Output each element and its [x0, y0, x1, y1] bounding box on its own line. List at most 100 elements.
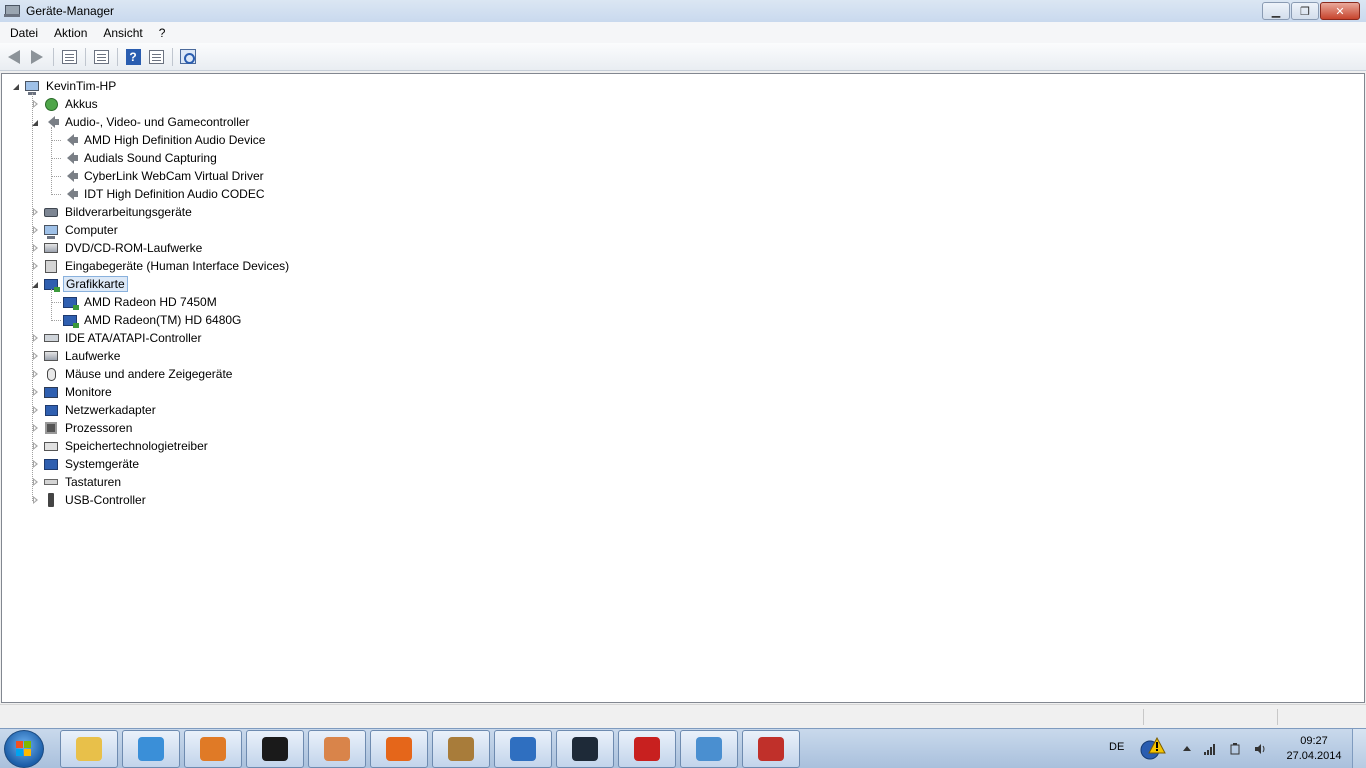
scan-hardware-button[interactable] — [177, 46, 199, 68]
status-separator — [1277, 709, 1278, 725]
toolbar-separator — [85, 47, 86, 66]
steam-icon — [572, 737, 598, 761]
wifi-signal-icon[interactable] — [1204, 743, 1216, 755]
tree-child-item[interactable]: Audials Sound Capturing — [50, 149, 219, 167]
computer-icon — [24, 78, 40, 95]
taskbar-app-steam[interactable] — [556, 730, 614, 768]
tree-item-label: Akkus — [65, 97, 98, 111]
scan-hardware-icon — [180, 49, 196, 64]
tree-item[interactable]: Prozessoren — [31, 419, 134, 437]
menu-aktion[interactable]: Aktion — [46, 26, 95, 40]
tree-connector — [51, 127, 52, 195]
show-desktop-button[interactable] — [1352, 729, 1366, 768]
taskbar-app-window[interactable] — [494, 730, 552, 768]
tree-item[interactable]: IDE ATA/ATAPI-Controller — [31, 329, 203, 347]
expanded-arrow-icon — [13, 83, 19, 90]
taskbar-app-firefox[interactable] — [370, 730, 428, 768]
tree-item-label: Bildverarbeitungsgeräte — [65, 205, 192, 219]
tree-item[interactable]: Laufwerke — [31, 347, 122, 365]
tree-item[interactable]: Tastaturen — [31, 473, 123, 491]
tree-child-item[interactable]: AMD Radeon HD 7450M — [50, 293, 219, 311]
show-hidden-icons-icon[interactable] — [1181, 743, 1193, 755]
tree-item[interactable]: Bildverarbeitungsgeräte — [31, 203, 194, 221]
menu-ansicht[interactable]: Ansicht — [95, 26, 150, 40]
tree-item-label: Systemgeräte — [65, 457, 140, 471]
tree-root[interactable]: KevinTim-HP — [12, 77, 118, 95]
menu-help[interactable]: ? — [151, 26, 174, 40]
internet-explorer-icon — [138, 737, 164, 761]
tree-connector — [51, 320, 61, 321]
mouse-icon — [43, 366, 59, 382]
tree-item-label: Eingabegeräte (Human Interface Devices) — [65, 259, 290, 273]
tree-item-label: IDE ATA/ATAPI-Controller — [65, 331, 202, 345]
speaker-icon — [62, 150, 78, 166]
maximize-button[interactable]: ❐ — [1291, 2, 1319, 20]
expand-toggle[interactable] — [12, 82, 21, 91]
tree-item[interactable]: Computer — [31, 221, 120, 239]
tree-item[interactable]: Systemgeräte — [31, 455, 141, 473]
action-center-warning-icon[interactable] — [1140, 737, 1166, 761]
tree-item[interactable]: Akkus — [31, 95, 100, 113]
tree-item[interactable]: Monitore — [31, 383, 114, 401]
properties-button[interactable] — [90, 46, 112, 68]
tree-item[interactable]: Speichertechnologietreiber — [31, 437, 210, 455]
action-pane-button[interactable] — [145, 46, 167, 68]
storage-icon — [43, 438, 59, 454]
tree-item[interactable]: Eingabegeräte (Human Interface Devices) — [31, 257, 291, 275]
tree-child-item[interactable]: AMD Radeon(TM) HD 6480G — [50, 311, 243, 329]
tree-item[interactable]: Netzwerkadapter — [31, 401, 158, 419]
taskbar-app-paint[interactable] — [308, 730, 366, 768]
taskbar-app-media-player[interactable] — [184, 730, 242, 768]
volume-icon[interactable] — [1254, 743, 1266, 755]
toolbar-separator — [53, 47, 54, 66]
tree-child-item[interactable]: AMD High Definition Audio Device — [50, 131, 267, 149]
help-button[interactable]: ? — [122, 46, 144, 68]
taskbar-app-control-panel[interactable] — [680, 730, 738, 768]
action-pane-icon — [148, 49, 164, 64]
network-icon — [43, 402, 59, 418]
tree-item[interactable]: Mäuse und andere Zeigegeräte — [31, 365, 234, 383]
tree-item-label: IDT High Definition Audio CODEC — [84, 187, 265, 201]
tree-item[interactable]: DVD/CD-ROM-Laufwerke — [31, 239, 204, 257]
start-button[interactable] — [4, 730, 44, 768]
minimize-button[interactable]: ▁ — [1262, 2, 1290, 20]
clock[interactable]: 09:27 27.04.2014 — [1284, 734, 1344, 764]
power-icon[interactable] — [1229, 743, 1241, 755]
show-hide-console-tree-button[interactable] — [58, 46, 80, 68]
language-indicator[interactable]: DE — [1109, 741, 1124, 753]
taskbar-app-acrobat[interactable] — [618, 730, 676, 768]
taskbar-app-game[interactable] — [432, 730, 490, 768]
tree-child-item[interactable]: IDT High Definition Audio CODEC — [50, 185, 267, 203]
tree-connector — [51, 140, 61, 141]
disc-drive-icon — [43, 240, 59, 256]
collapsed-arrow-icon — [33, 207, 38, 216]
taskbar-app-explorer[interactable] — [60, 730, 118, 768]
collapsed-arrow-icon — [33, 333, 38, 342]
taskbar-app-toolbox[interactable] — [742, 730, 800, 768]
device-manager-window: Geräte-Manager ▁ ❐ ✕ Datei Aktion Ansich… — [0, 0, 1366, 728]
help-icon: ? — [125, 48, 141, 65]
tree-item-label: CyberLink WebCam Virtual Driver — [84, 169, 264, 183]
device-tree-panel[interactable]: KevinTim-HP Akkus Audio-, Video- und Game… — [1, 73, 1365, 703]
collapsed-arrow-icon — [33, 477, 38, 486]
back-button[interactable] — [3, 46, 25, 68]
tree-connector — [51, 289, 52, 321]
forward-button[interactable] — [26, 46, 48, 68]
taskbar-app-internet-explorer[interactable] — [122, 730, 180, 768]
control-panel-icon — [696, 737, 722, 761]
tree-connector — [32, 93, 33, 501]
tree-item[interactable]: Grafikkarte — [31, 275, 128, 293]
windows-logo-icon — [16, 741, 32, 757]
tree-item[interactable]: USB-Controller — [31, 491, 148, 509]
status-bar — [0, 704, 1366, 728]
tree-item[interactable]: Audio-, Video- und Gamecontroller — [31, 113, 252, 131]
media-player-icon — [200, 737, 226, 761]
close-button[interactable]: ✕ — [1320, 2, 1360, 20]
title-bar[interactable]: Geräte-Manager ▁ ❐ ✕ — [0, 0, 1366, 22]
window-title: Geräte-Manager — [26, 4, 115, 18]
taskbar-app-hp[interactable] — [246, 730, 304, 768]
tree-child-item[interactable]: CyberLink WebCam Virtual Driver — [50, 167, 266, 185]
menu-datei[interactable]: Datei — [2, 26, 46, 40]
tree-connector — [51, 176, 61, 177]
tree-item-label: Laufwerke — [65, 349, 121, 363]
